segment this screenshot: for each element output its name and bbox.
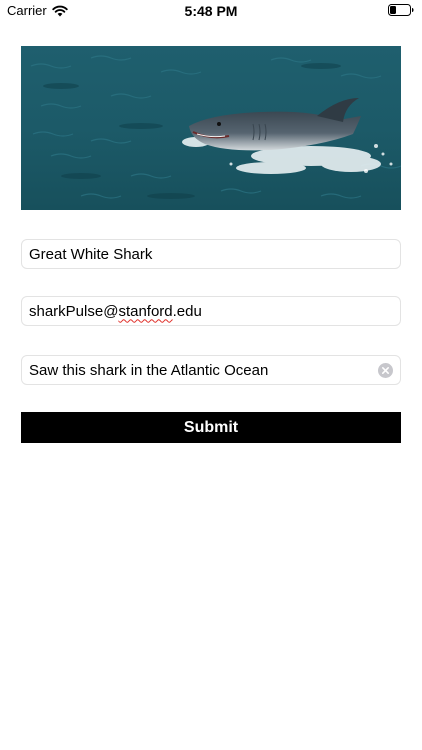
shark-name-field[interactable]: Great White Shark	[21, 239, 401, 269]
submit-button[interactable]: Submit	[21, 412, 401, 443]
shark-name-value: Great White Shark	[29, 245, 153, 263]
clear-circle-icon[interactable]	[378, 363, 393, 378]
email-domain-suffix: .edu	[172, 302, 202, 320]
email-field[interactable]: sharkPulse@stanford.edu	[21, 296, 401, 326]
comment-value: Saw this shark in the Atlantic Ocean	[29, 361, 269, 379]
status-bar: Carrier 5:48 PM	[0, 0, 422, 22]
email-value: sharkPulse@stanford.edu	[29, 303, 202, 320]
status-time: 5:48 PM	[184, 3, 238, 19]
misspelled-word: stanford	[118, 302, 173, 320]
email-local-part: sharkPulse@	[29, 302, 119, 320]
shark-photo	[21, 46, 401, 210]
battery-icon	[388, 4, 414, 16]
comment-field[interactable]: Saw this shark in the Atlantic Ocean	[21, 355, 401, 385]
